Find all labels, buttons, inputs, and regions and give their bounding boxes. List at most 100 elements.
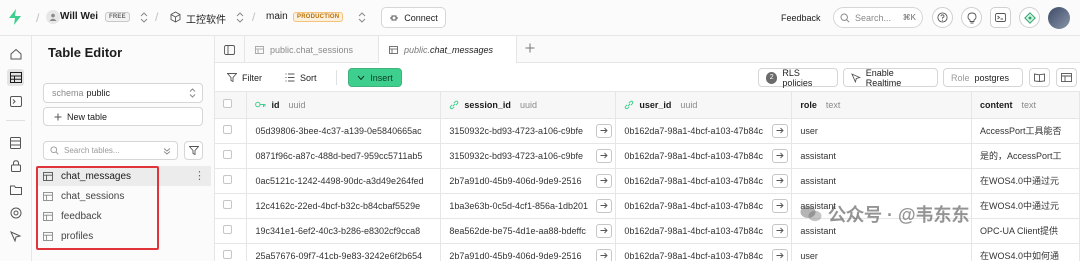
row-select-cell[interactable] [215,168,248,194]
table-editor-icon[interactable] [7,69,24,86]
cell-content[interactable]: AccessPort工具能否 [971,118,1080,144]
cell-id[interactable]: 0ac5121c-1242-4498-90dc-a3d49e264fed [246,168,442,194]
arrow-right-icon[interactable] [772,148,789,163]
column-header-content[interactable]: content text [971,92,1080,119]
arrow-right-icon[interactable] [596,223,613,238]
arrow-right-icon[interactable] [596,248,613,261]
rls-policies-button[interactable]: 2 RLS policies [758,68,838,88]
feedback-button[interactable]: Feedback [781,13,821,23]
row-select-cell[interactable] [215,118,248,144]
cell-id[interactable]: 12c4162c-22ed-4bcf-b32c-b84cbaf5529e [246,193,442,219]
connect-button[interactable]: Connect [381,7,446,28]
cell-session-id[interactable]: 3150932c-bd93-4723-a106-c9bfe [440,143,617,169]
cell-session-id[interactable]: 1ba3e63b-0c5d-4cf1-856a-1db201 [440,193,617,219]
sort-button[interactable]: Sort [285,69,317,86]
user-avatar[interactable] [1048,7,1070,29]
org-name[interactable]: Will Wei [60,11,98,22]
column-header-role[interactable]: role text [791,92,972,119]
lightbulb-icon[interactable] [961,7,982,28]
cell-content[interactable]: OPC-UA Client提供 [971,218,1080,244]
arrow-right-icon[interactable] [772,123,789,138]
cell-session-id[interactable]: 3150932c-bd93-4723-a106-c9bfe [440,118,617,144]
cell-user-id[interactable]: 0b162da7-98a1-4bcf-a103-47b84c [615,193,793,219]
project-switch-chevron-icon[interactable] [236,12,244,23]
insert-button[interactable]: Insert [348,68,402,87]
new-table-button[interactable]: New table [43,107,203,126]
table-row[interactable]: 0871f96c-a87c-488d-bed7-959cc5711ab5 3150… [215,143,1080,169]
toggle-sidebar-button[interactable] [215,36,245,63]
cell-session-id[interactable]: 2b7a91d0-45b9-406d-9de9-2516 [440,243,617,261]
more-vertical-icon[interactable]: ⋮ [194,171,205,182]
arrow-right-icon[interactable] [772,248,789,261]
cell-user-id[interactable]: 0b162da7-98a1-4bcf-a103-47b84c [615,118,793,144]
home-icon[interactable] [7,45,24,62]
role-select[interactable]: Role postgres [943,68,1023,87]
row-select-cell[interactable] [215,193,248,219]
row-select-cell[interactable] [215,243,248,261]
new-tab-plus-icon[interactable] [525,43,535,53]
select-all-cell[interactable] [215,92,248,119]
row-checkbox[interactable] [223,150,232,159]
arrow-right-icon[interactable] [596,173,613,188]
table-row[interactable]: 25a57676-09f7-41cb-9e83-3242e6f2b654 2b7a… [215,243,1080,261]
cell-session-id[interactable]: 2b7a91d0-45b9-406d-9de9-2516 [440,168,617,194]
cell-session-id[interactable]: 8ea562de-be75-4d1e-aa88-bdeffc [440,218,617,244]
cell-content[interactable]: 在WOS4.0中如何通 [971,243,1080,261]
branch-name[interactable]: main [266,11,288,22]
cursor-pointer-icon[interactable] [7,228,24,245]
cell-id[interactable]: 25a57676-09f7-41cb-9e83-3242e6f2b654 [246,243,442,261]
table-search-input[interactable]: Search tables... [43,141,178,160]
arrow-right-icon[interactable] [772,198,789,213]
terminal-icon[interactable] [990,7,1011,28]
cell-user-id[interactable]: 0b162da7-98a1-4bcf-a103-47b84c [615,243,793,261]
cell-role[interactable]: user [791,243,972,261]
storage-folder-icon[interactable] [7,181,24,198]
schema-select[interactable]: schema public [43,83,203,103]
cell-role[interactable]: assistant [791,168,972,194]
help-icon[interactable] [932,7,953,28]
select-all-checkbox[interactable] [223,99,232,109]
edge-functions-icon[interactable] [7,204,24,221]
cell-content[interactable]: 是的，AccessPort工 [971,143,1080,169]
row-select-cell[interactable] [215,143,248,169]
cell-id[interactable]: 0871f96c-a87c-488d-bed7-959cc5711ab5 [246,143,442,169]
arrow-right-icon[interactable] [596,148,613,163]
column-header-session-id[interactable]: session_id uuid [440,92,617,119]
global-search-input[interactable]: Search... ⌘K [833,7,923,28]
tab-chat-sessions[interactable]: public.chat_sessions [245,36,379,63]
table-row[interactable]: 05d39806-3bee-4c37-a139-0e5840665ac 31509… [215,118,1080,144]
cell-content[interactable]: 在WOS4.0中通过元 [971,193,1080,219]
lock-icon[interactable] [7,157,24,174]
row-select-cell[interactable] [215,218,248,244]
tab-chat-messages[interactable]: public.chat_messages [379,36,517,64]
cell-user-id[interactable]: 0b162da7-98a1-4bcf-a103-47b84c [615,218,793,244]
cell-user-id[interactable]: 0b162da7-98a1-4bcf-a103-47b84c [615,143,793,169]
enable-realtime-button[interactable]: Enable Realtime [843,68,938,88]
arrow-right-icon[interactable] [596,123,613,138]
sql-editor-icon[interactable] [7,93,24,110]
arrow-right-icon[interactable] [772,173,789,188]
row-checkbox[interactable] [223,175,232,184]
arrow-right-icon[interactable] [772,223,789,238]
cell-role[interactable]: user [791,118,972,144]
row-checkbox[interactable] [223,225,232,234]
cell-id[interactable]: 19c341e1-6ef2-40c3-b286-e8302cf9cca8 [246,218,442,244]
supabase-logo-icon[interactable] [8,9,22,25]
project-name[interactable]: 工控软件 [186,11,226,26]
columns-view-button[interactable] [1056,68,1077,87]
table-row[interactable]: 0ac5121c-1242-4498-90dc-a3d49e264fed 2b7a… [215,168,1080,194]
database-icon[interactable] [7,134,24,151]
cell-role[interactable]: assistant [791,143,972,169]
cell-id[interactable]: 05d39806-3bee-4c37-a139-0e5840665ac [246,118,442,144]
table-filter-button[interactable] [184,141,203,160]
column-header-id[interactable]: id uuid [246,92,442,119]
row-checkbox[interactable] [223,250,232,259]
row-checkbox[interactable] [223,200,232,209]
filter-button[interactable]: Filter [227,69,262,86]
ai-assistant-icon[interactable] [1019,7,1040,28]
cell-content[interactable]: 在WOS4.0中通过元 [971,168,1080,194]
branch-switch-chevron-icon[interactable] [358,12,366,23]
org-switch-chevron-icon[interactable] [140,12,148,23]
row-checkbox[interactable] [223,125,232,134]
arrow-right-icon[interactable] [596,198,613,213]
